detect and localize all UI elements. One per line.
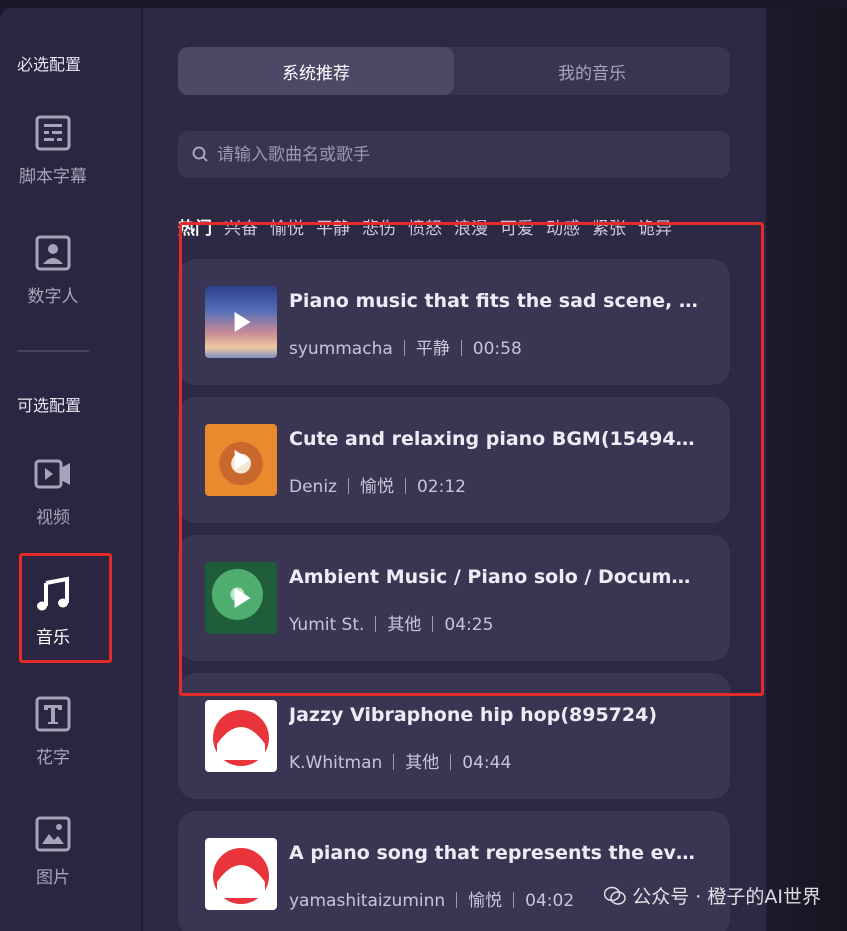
search-input[interactable] bbox=[217, 144, 697, 165]
wechat-icon bbox=[604, 886, 627, 905]
song-artist: syummacha bbox=[289, 339, 393, 359]
watermark-text: 公众号 · 橙子的AI世界 bbox=[632, 886, 821, 908]
song-cover-sky[interactable] bbox=[205, 286, 277, 358]
song-card[interactable]: A piano song that represents the ever...… bbox=[178, 811, 730, 931]
song-card[interactable]: Jazzy Vibraphone hip hop(895724) K.Whitm… bbox=[178, 673, 730, 799]
image-icon bbox=[35, 816, 71, 852]
music-note-icon bbox=[37, 576, 69, 611]
song-meta: syummacha 平静 00:58 bbox=[289, 334, 522, 359]
song-title: A piano song that represents the ever... bbox=[289, 842, 699, 864]
song-title: Cute and relaxing piano BGM(1549415) bbox=[289, 428, 699, 450]
category-romantic[interactable]: 浪漫 bbox=[454, 214, 488, 242]
cover-logo-icon bbox=[213, 710, 269, 766]
song-meta: Deniz 愉悦 02:12 bbox=[289, 472, 466, 497]
music-tabs: 系统推荐 我的音乐 bbox=[178, 47, 730, 95]
play-icon bbox=[234, 450, 251, 470]
sidebar-divider bbox=[17, 350, 89, 352]
sidebar-item-text-style[interactable]: 花字 bbox=[0, 695, 106, 768]
text-style-icon bbox=[35, 696, 71, 732]
song-artist: Deniz bbox=[289, 477, 337, 497]
song-mood: 愉悦 bbox=[359, 477, 394, 497]
sidebar-item-digital-human[interactable]: 数字人 bbox=[0, 234, 106, 307]
sidebar-item-video[interactable]: 视频 bbox=[0, 455, 106, 528]
sidebar-item-label: 音乐 bbox=[36, 628, 70, 648]
tab-system-recommend[interactable]: 系统推荐 bbox=[178, 47, 454, 95]
song-card[interactable]: Ambient Music / Piano solo / Docume... Y… bbox=[178, 535, 730, 661]
category-eerie[interactable]: 诡异 bbox=[638, 214, 672, 242]
song-meta: K.Whitman 其他 04:44 bbox=[289, 748, 511, 773]
sidebar-item-label: 花字 bbox=[36, 748, 70, 768]
song-artist: Yumit St. bbox=[289, 615, 365, 635]
song-meta: Yumit St. 其他 04:25 bbox=[289, 610, 493, 635]
cover-logo-icon bbox=[213, 848, 269, 904]
category-calm[interactable]: 平静 bbox=[316, 214, 350, 242]
script-subtitle-icon bbox=[35, 115, 71, 151]
sidebar: 必选配置 脚本字幕 数字人 可选配置 视频 音乐 花字 图片 bbox=[0, 8, 142, 931]
song-title: Piano music that fits the sad scene, wi.… bbox=[289, 290, 699, 312]
song-mood: 平静 bbox=[415, 339, 450, 359]
song-mood: 其他 bbox=[405, 753, 440, 773]
song-title: Ambient Music / Piano solo / Docume... bbox=[289, 566, 699, 588]
category-tense[interactable]: 紧张 bbox=[592, 214, 626, 242]
watermark: 公众号 · 橙子的AI世界 bbox=[604, 882, 821, 909]
sidebar-item-label: 数字人 bbox=[27, 287, 79, 307]
required-config-label: 必选配置 bbox=[17, 55, 82, 74]
category-joyful[interactable]: 愉悦 bbox=[270, 214, 304, 242]
song-cover-dog[interactable] bbox=[205, 424, 277, 496]
song-cover-leaf[interactable] bbox=[205, 562, 277, 634]
song-duration: 04:02 bbox=[525, 891, 575, 911]
song-mood: 其他 bbox=[387, 615, 422, 635]
song-title: Jazzy Vibraphone hip hop(895724) bbox=[289, 704, 658, 726]
sidebar-item-label: 图片 bbox=[36, 868, 70, 888]
song-duration: 04:25 bbox=[444, 615, 494, 635]
song-duration: 02:12 bbox=[416, 477, 466, 497]
category-angry[interactable]: 愤怒 bbox=[408, 214, 442, 242]
category-sad[interactable]: 悲伤 bbox=[362, 214, 396, 242]
song-artist: yamashitaizuminn bbox=[289, 891, 446, 911]
category-cute[interactable]: 可爱 bbox=[500, 214, 534, 242]
category-excited[interactable]: 兴奋 bbox=[224, 214, 258, 242]
song-cover-red-logo[interactable] bbox=[205, 838, 277, 910]
digital-human-icon bbox=[35, 235, 71, 271]
song-duration: 00:58 bbox=[472, 339, 522, 359]
category-filter: 热门 兴奋 愉悦 平静 悲伤 愤怒 浪漫 可爱 动感 紧张 诡异 bbox=[178, 214, 730, 242]
right-background-strip bbox=[766, 8, 847, 931]
play-icon bbox=[234, 312, 251, 332]
category-dynamic[interactable]: 动感 bbox=[546, 214, 580, 242]
sidebar-item-label: 视频 bbox=[36, 508, 70, 528]
search-icon bbox=[192, 146, 208, 162]
sidebar-item-image[interactable]: 图片 bbox=[0, 815, 106, 888]
play-icon bbox=[234, 588, 251, 608]
optional-config-label: 可选配置 bbox=[17, 396, 82, 415]
song-cover-red-logo[interactable] bbox=[205, 700, 277, 772]
song-card[interactable]: Piano music that fits the sad scene, wi.… bbox=[178, 259, 730, 385]
song-card[interactable]: Cute and relaxing piano BGM(1549415) Den… bbox=[178, 397, 730, 523]
tab-my-music[interactable]: 我的音乐 bbox=[454, 47, 730, 95]
sidebar-item-label: 脚本字幕 bbox=[19, 167, 87, 187]
music-panel: 系统推荐 我的音乐 热门 兴奋 愉悦 平静 悲伤 愤怒 浪漫 可爱 动感 紧张 … bbox=[143, 8, 766, 931]
song-duration: 04:44 bbox=[462, 753, 512, 773]
song-meta: yamashitaizuminn 愉悦 04:02 bbox=[289, 886, 574, 911]
video-camera-icon bbox=[34, 459, 70, 489]
song-mood: 愉悦 bbox=[468, 891, 503, 911]
category-hot[interactable]: 热门 bbox=[178, 214, 212, 242]
sidebar-item-script[interactable]: 脚本字幕 bbox=[0, 114, 106, 187]
song-artist: K.Whitman bbox=[289, 753, 383, 773]
sidebar-item-music[interactable]: 音乐 bbox=[0, 575, 106, 648]
search-box[interactable] bbox=[178, 131, 730, 178]
